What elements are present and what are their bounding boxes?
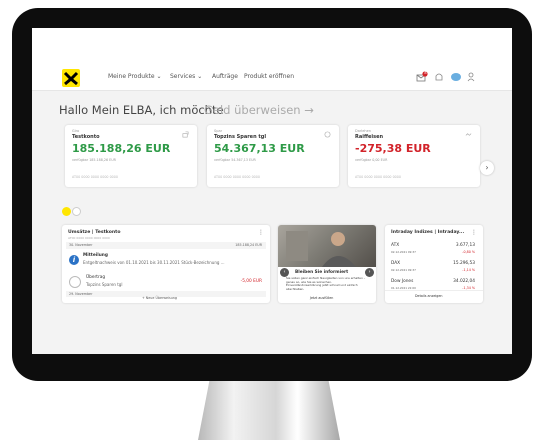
transfer-amount: -5,00 EUR xyxy=(240,279,262,284)
index-value: 3.677,13 xyxy=(455,243,475,248)
index-change: -1,14 % xyxy=(462,268,475,272)
date-label: 29. November xyxy=(69,292,93,296)
chat-icon[interactable] xyxy=(450,71,462,83)
index-row[interactable]: DAX 02.12.2021 09:37 15.296,53 -1,14 % xyxy=(385,259,475,277)
gable-cross-icon xyxy=(63,71,79,86)
account-type: Spar xyxy=(214,129,223,133)
promo-text: Sie sollen ganz einfach Neuigkeiten von … xyxy=(286,276,366,291)
account-card-giro[interactable]: Giro Testkonto 185.188,26 EUR verfügbar … xyxy=(65,125,197,187)
index-date: 02.12.2021 09:37 xyxy=(391,268,416,272)
promo-next-button[interactable]: › xyxy=(365,268,374,277)
index-name: DAX xyxy=(391,261,401,266)
index-name: ATX xyxy=(391,243,400,248)
monitor-frame: Meine Produkte ⌄ Services ⌄ Aufträge Pro… xyxy=(12,8,532,381)
person-illustration xyxy=(286,231,356,267)
account-available: verfügbar 54.367,13 EUR xyxy=(214,158,256,162)
nav-meine-produkte[interactable]: Meine Produkte ⌄ xyxy=(108,73,162,80)
transfer-icon xyxy=(69,276,81,288)
account-iban: AT00 0000 0000 0000 0000 xyxy=(355,175,401,179)
widget-subtitle: AT00 0000 0000 0000 0000 xyxy=(68,236,110,240)
info-icon: i xyxy=(69,255,79,265)
account-balance: 185.188,26 EUR xyxy=(72,142,171,155)
transfer-text[interactable]: Topzins Sparen tgl xyxy=(86,282,122,287)
message-title: Mitteilung xyxy=(83,253,108,258)
account-name: Raiffeisen xyxy=(355,134,384,140)
account-iban: AT00 0000 0000 0000 0000 xyxy=(72,175,118,179)
user-icon[interactable] xyxy=(466,71,478,83)
day-balance: 185.188,24 EUR xyxy=(235,243,262,247)
account-balance: -275,38 EUR xyxy=(355,142,431,155)
new-transfer-link[interactable]: + Neue Überweisung xyxy=(142,296,177,300)
nav-produkt-eroeffnen[interactable]: Produkt eröffnen xyxy=(244,73,294,80)
account-available: verfügbar 185.188,26 EUR xyxy=(72,158,116,162)
more-options-icon[interactable]: ⋮ xyxy=(258,229,264,236)
index-row[interactable]: ATX 02.12.2021 09:37 3.677,13 -0,80 % xyxy=(385,241,475,259)
account-name: Topzins Sparen tgl xyxy=(214,134,267,140)
nav-auftraege[interactable]: Aufträge xyxy=(212,73,238,80)
add-widget-icon[interactable] xyxy=(62,207,71,216)
index-value: 34.022,04 xyxy=(453,279,475,284)
index-row[interactable]: Dow Jones 01.12.2021 22:00 34.022,04 -1,… xyxy=(385,277,475,295)
account-balance: 54.367,13 EUR xyxy=(214,142,305,155)
monitor-stand xyxy=(198,381,340,440)
divider xyxy=(385,290,483,291)
share-icon[interactable] xyxy=(182,131,189,138)
loan-icon[interactable] xyxy=(465,131,472,138)
widget-title: Umsätze | Testkonto xyxy=(68,230,121,235)
promo-widget: ‹ › Bleiben Sie informiert Sie sollen ga… xyxy=(278,225,376,303)
window-top-bar xyxy=(32,28,512,66)
nav-label: Services xyxy=(170,73,196,80)
quick-action-link[interactable]: Geld überweisen → xyxy=(204,103,314,117)
index-value: 15.296,53 xyxy=(453,261,475,266)
indices-widget: Intraday Indizes | Intraday... ⋮ ATX 02.… xyxy=(385,225,483,303)
account-card-spar[interactable]: Spar Topzins Sparen tgl 54.367,13 EUR ve… xyxy=(207,125,339,187)
edit-widget-icon[interactable] xyxy=(72,207,81,216)
index-change: -0,80 % xyxy=(462,250,475,254)
account-name: Testkonto xyxy=(72,134,100,140)
index-date: 02.12.2021 09:37 xyxy=(391,250,416,254)
screen: Meine Produkte ⌄ Services ⌄ Aufträge Pro… xyxy=(32,28,512,354)
widget-title: Intraday Indizes | Intraday... xyxy=(391,230,465,235)
promo-title: Bleiben Sie informiert xyxy=(295,270,349,275)
account-available: verfügbar 0,00 EUR xyxy=(355,158,388,162)
transactions-widget: Umsätze | Testkonto AT00 0000 0000 0000 … xyxy=(62,225,270,303)
index-name: Dow Jones xyxy=(391,279,414,284)
account-type: Giro xyxy=(72,129,80,133)
raiffeisen-logo[interactable] xyxy=(62,69,80,87)
account-iban: AT00 0000 0000 0000 0000 xyxy=(214,175,260,179)
piggy-bank-icon[interactable] xyxy=(324,131,331,138)
bell-icon[interactable] xyxy=(433,71,445,83)
message-text[interactable]: Entgeltnachweis von 01.10.2021 bis 30.11… xyxy=(83,260,266,265)
mail-badge: 8 xyxy=(424,71,427,75)
details-link[interactable]: Details anzeigen xyxy=(415,294,442,298)
promo-link[interactable]: Jetzt ausfüllen xyxy=(310,296,333,300)
transfer-title: Übertrag xyxy=(86,275,106,280)
nav-bar: Meine Produkte ⌄ Services ⌄ Aufträge Pro… xyxy=(32,66,512,91)
account-card-darlehen[interactable]: Darlehen Raiffeisen -275,38 EUR verfügba… xyxy=(348,125,480,187)
nav-label: Meine Produkte xyxy=(108,73,155,80)
account-type: Darlehen xyxy=(355,129,371,133)
more-options-icon[interactable]: ⋮ xyxy=(471,229,477,236)
nav-services[interactable]: Services ⌄ xyxy=(170,73,202,80)
date-label: 30. November xyxy=(69,243,93,247)
next-accounts-button[interactable]: › xyxy=(480,161,494,175)
greeting-headline: Hallo Mein ELBA, ich möchte xyxy=(59,103,224,117)
promo-photo xyxy=(278,225,376,267)
